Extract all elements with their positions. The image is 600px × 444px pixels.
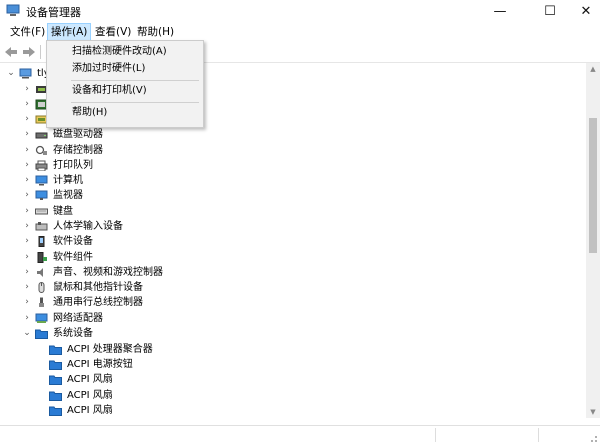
maximize-button[interactable]: ☐ — [530, 0, 570, 22]
computer-icon — [35, 175, 48, 186]
tree-category[interactable]: › 计算机 — [22, 173, 83, 188]
expand-chevron-icon[interactable]: › — [22, 267, 32, 278]
menu-bar: 文件(F) 操作(A) 查看(V) 帮助(H) — [0, 22, 600, 42]
tree-device[interactable]: ACPI 电源按钮 — [49, 357, 133, 372]
expand-chevron-icon[interactable]: › — [22, 297, 32, 308]
tree-category[interactable]: › 鼠标和其他指针设备 — [22, 280, 143, 295]
collapse-chevron-icon[interactable]: ⌄ — [6, 68, 16, 79]
monitor-icon — [35, 190, 48, 200]
expand-chevron-icon[interactable]: › — [22, 221, 32, 232]
title-bar: 设备管理器 — ☐ ✕ — [0, 0, 600, 22]
system-device-icon — [35, 329, 48, 339]
menu-separator — [71, 102, 199, 103]
tree-root[interactable]: ⌄ tly — [6, 66, 49, 81]
menu-help[interactable]: 帮助(H) — [134, 24, 177, 40]
collapse-chevron-icon[interactable]: ⌄ — [22, 328, 32, 339]
expand-chevron-icon[interactable]: › — [22, 236, 32, 247]
mouse-icon — [38, 282, 45, 293]
expand-chevron-icon[interactable]: › — [22, 190, 32, 201]
resize-grip-icon[interactable] — [586, 431, 598, 443]
menu-file[interactable]: 文件(F) — [7, 24, 48, 40]
back-arrow-icon[interactable] — [4, 45, 18, 59]
device-manager-app-icon — [6, 4, 20, 16]
action-menu-dropdown: 扫描检测硬件改动(A) 添加过时硬件(L) 设备和打印机(V) 帮助(H) — [46, 40, 204, 128]
menu-separator — [71, 80, 199, 81]
tree-category[interactable]: › 软件设备 — [22, 234, 93, 249]
tree-category[interactable]: › 键盘 — [22, 204, 73, 219]
expand-chevron-icon[interactable]: › — [22, 114, 32, 125]
toolbar-separator — [40, 45, 41, 59]
tree-category[interactable]: › 软件组件 — [22, 250, 93, 265]
status-divider — [435, 428, 436, 442]
system-folder-icon — [49, 391, 62, 401]
expand-chevron-icon[interactable]: › — [22, 206, 32, 217]
software-component-icon — [37, 252, 47, 263]
disk-drive-icon — [35, 132, 48, 139]
storage-controller-icon — [35, 145, 47, 155]
system-folder-icon — [49, 375, 62, 385]
minimize-icon: — — [493, 3, 507, 19]
tree-category[interactable]: › 网络适配器 — [22, 311, 103, 326]
system-folder-icon — [49, 345, 62, 355]
network-adapter-icon — [35, 313, 48, 323]
expand-chevron-icon[interactable]: › — [22, 129, 32, 140]
menu-devices-and-printers[interactable]: 设备和打印机(V) — [72, 83, 147, 99]
vertical-scrollbar[interactable]: ▲ ▼ — [586, 63, 600, 418]
software-device-icon — [38, 236, 45, 247]
close-icon: ✕ — [580, 3, 592, 19]
tree-category[interactable]: › 人体学输入设备 — [22, 219, 123, 234]
expand-chevron-icon[interactable]: › — [22, 252, 32, 263]
menu-help-item[interactable]: 帮助(H) — [72, 105, 107, 121]
tree-device[interactable]: ACPI 风扇 — [49, 372, 113, 387]
window-title: 设备管理器 — [26, 6, 81, 19]
tree-device[interactable]: ACPI 风扇 — [49, 388, 113, 403]
scroll-down-arrow-icon[interactable]: ▼ — [586, 406, 600, 418]
scrollbar-thumb[interactable] — [589, 118, 597, 253]
menu-scan-hardware-changes[interactable]: 扫描检测硬件改动(A) — [72, 44, 167, 60]
print-queue-icon — [35, 160, 48, 171]
tree-category[interactable]: › 打印队列 — [22, 158, 93, 173]
tree-device[interactable]: ACPI 风扇 — [49, 403, 113, 418]
menu-view[interactable]: 查看(V) — [92, 24, 134, 40]
usb-icon — [39, 297, 44, 307]
expand-chevron-icon[interactable]: › — [22, 282, 32, 293]
minimize-button[interactable]: — — [480, 0, 520, 22]
sound-icon — [37, 268, 43, 277]
computer-root-icon — [19, 68, 32, 79]
tree-category[interactable]: › 监视器 — [22, 188, 83, 203]
expand-chevron-icon[interactable]: › — [22, 175, 32, 186]
system-folder-icon — [49, 406, 62, 416]
tree-category[interactable]: › 通用串行总线控制器 — [22, 295, 143, 310]
expand-chevron-icon[interactable]: › — [22, 313, 32, 324]
system-folder-icon — [49, 360, 62, 370]
scroll-up-arrow-icon[interactable]: ▲ — [586, 63, 600, 75]
tree-category[interactable]: › 磁盘驱动器 — [22, 127, 103, 142]
tree-category[interactable]: › 存储控制器 — [22, 143, 103, 158]
keyboard-icon — [35, 208, 48, 215]
close-button[interactable]: ✕ — [566, 0, 600, 22]
tree-device[interactable]: ACPI 处理器聚合器 — [49, 342, 153, 357]
expand-chevron-icon[interactable]: › — [22, 84, 32, 95]
maximize-icon: ☐ — [544, 3, 556, 19]
expand-chevron-icon[interactable]: › — [22, 145, 32, 156]
expand-chevron-icon[interactable]: › — [22, 160, 32, 171]
tree-category-expanded[interactable]: ⌄ 系统设备 — [22, 326, 93, 341]
tree-category[interactable]: › 声音、视频和游戏控制器 — [22, 265, 163, 280]
menu-add-legacy-hardware[interactable]: 添加过时硬件(L) — [72, 61, 145, 77]
menu-action[interactable]: 操作(A) — [47, 23, 92, 41]
status-bar — [0, 425, 600, 444]
hid-icon — [35, 222, 48, 231]
status-divider — [538, 428, 539, 442]
expand-chevron-icon[interactable]: › — [22, 99, 32, 110]
forward-arrow-icon[interactable] — [22, 45, 36, 59]
